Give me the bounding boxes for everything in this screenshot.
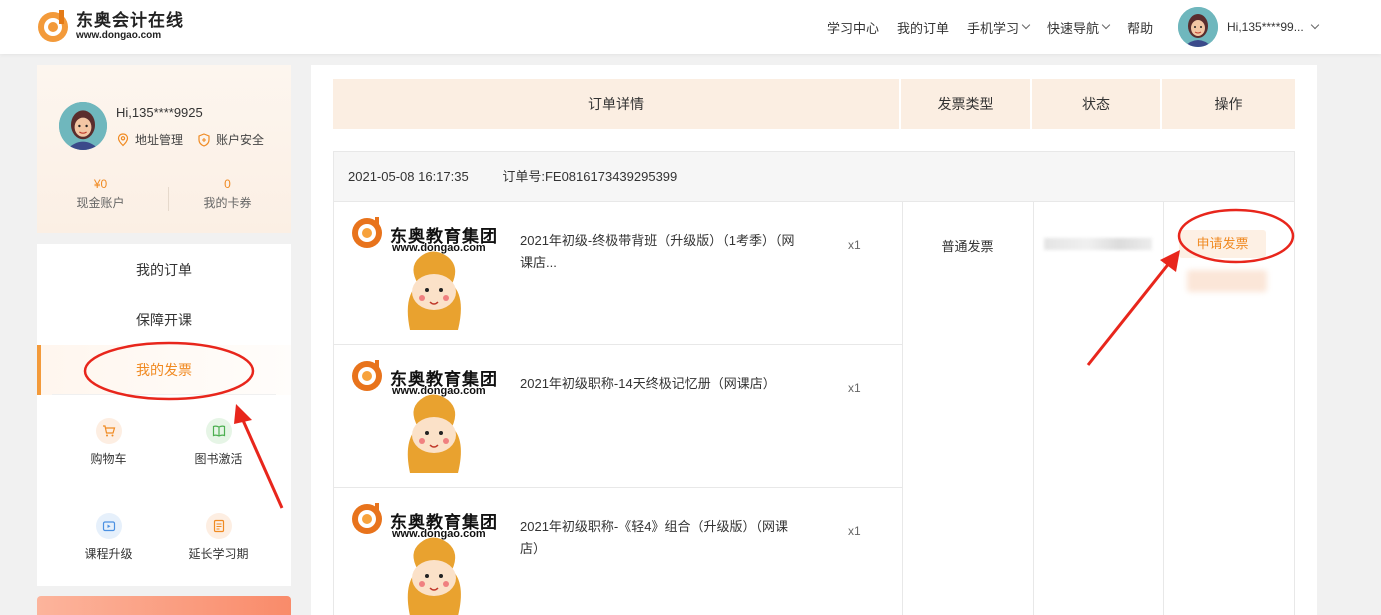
cash-account[interactable]: ¥0 现金账户	[37, 177, 164, 211]
location-icon	[117, 132, 129, 146]
header-order-detail: 订单详情	[333, 79, 901, 129]
quick-label: 图书激活	[194, 452, 243, 466]
status-redacted	[1044, 238, 1152, 250]
table-header: 订单详情 发票类型 状态 操作	[333, 79, 1295, 129]
nav-label: 快速导航	[1047, 20, 1100, 36]
nav-label: 帮助	[1127, 20, 1154, 36]
order-item[interactable]: 东奥教育集团 www.dongao.com 2021年初级-终极带背班（升级版）…	[334, 202, 902, 345]
sidebar-item-guarantee[interactable]: 保障开课	[37, 295, 291, 345]
sidebar-item-my-invoices[interactable]: 我的发票	[37, 345, 291, 395]
nav-label: 学习中心	[827, 20, 880, 36]
user-label: Hi,135****99...	[1227, 20, 1304, 34]
nav-mobile-study[interactable]: 手机学习	[967, 18, 1031, 37]
nav-study-center[interactable]: 学习中心	[827, 18, 879, 37]
menu-divider	[52, 394, 276, 395]
quick-book-activate[interactable]: 图书激活	[155, 418, 282, 467]
address-management-link[interactable]: 地址管理	[116, 131, 183, 148]
user-menu[interactable]: Hi,135****99...	[1178, 7, 1319, 47]
cart-icon	[95, 418, 122, 444]
item-name[interactable]: 2021年初级职称-14天终极记忆册（网课店）	[520, 373, 795, 395]
order-number-label: 订单号:	[502, 169, 545, 184]
logo-url: www.dongao.com	[76, 29, 162, 41]
product-thumbnail[interactable]: 东奥教育集团 www.dongao.com	[348, 355, 500, 473]
invoice-panel: 订单详情 发票类型 状态 操作 2021-05-08 16:17:35 订单号:…	[311, 65, 1317, 615]
column-divider	[1033, 202, 1034, 615]
cash-label: 现金账户	[76, 196, 125, 210]
quick-extend-study[interactable]: 延长学习期	[155, 513, 282, 562]
order-item[interactable]: 东奥教育集团 www.dongao.com 2021年初级职称-《轻4》组合（升…	[334, 488, 902, 615]
order-number: FE0816173439295399	[544, 169, 678, 184]
apply-invoice-button[interactable]: 申请发票	[1179, 230, 1266, 258]
avatar	[59, 102, 107, 150]
logo-icon	[38, 10, 68, 42]
video-upgrade-icon	[95, 513, 122, 539]
account-security-link[interactable]: 账户安全	[197, 131, 264, 148]
card-label: 我的卡券	[203, 196, 252, 210]
book-icon	[205, 418, 232, 444]
menu-label: 我的发票	[136, 362, 192, 378]
invoice-type-value: 普通发票	[941, 239, 994, 254]
chevron-down-icon	[1101, 20, 1111, 30]
chevron-down-icon	[1310, 20, 1319, 30]
nav-label: 手机学习	[967, 20, 1020, 36]
nav-my-orders[interactable]: 我的订单	[897, 18, 949, 37]
sidebar-menu: 我的订单 保障开课 我的发票 购物车 图书激活 课程升级 延长学习期	[37, 244, 291, 586]
menu-label: 保障开课	[136, 312, 192, 328]
document-icon	[205, 513, 232, 539]
header-action: 操作	[1214, 96, 1243, 112]
top-nav: 学习中心 我的订单 手机学习 快速导航 帮助	[827, 0, 1171, 54]
profile-card: Hi,135****9925 地址管理 账户安全 ¥0 现金账户 0 我的卡券	[37, 65, 291, 233]
card-value: 0	[224, 177, 231, 191]
product-thumbnail[interactable]: 东奥教育集团 www.dongao.com	[348, 212, 500, 330]
site-logo[interactable]: 东奥会计在线 www.dongao.com	[36, 8, 184, 44]
column-divider	[1163, 202, 1164, 615]
address-link-label: 地址管理	[135, 133, 184, 147]
thumb-url: www.dongao.com	[392, 385, 486, 397]
quick-cart[interactable]: 购物车	[45, 418, 172, 467]
item-quantity: x1	[848, 524, 861, 538]
chevron-down-icon	[1021, 20, 1031, 30]
order-header: 2021-05-08 16:17:35 订单号:FE08161734392953…	[334, 152, 1294, 202]
quick-label: 购物车	[90, 452, 127, 466]
redacted-action	[1187, 270, 1267, 292]
header-invoice-type: 发票类型	[901, 79, 1032, 129]
thumb-url: www.dongao.com	[392, 528, 486, 540]
top-header: 东奥会计在线 www.dongao.com 学习中心 我的订单 手机学习 快速导…	[0, 0, 1381, 54]
my-cards[interactable]: 0 我的卡券	[164, 177, 291, 211]
nav-help[interactable]: 帮助	[1127, 18, 1153, 37]
promo-banner[interactable]	[37, 596, 291, 615]
security-link-label: 账户安全	[216, 133, 265, 147]
item-name[interactable]: 2021年初级职称-《轻4》组合（升级版）（网课店）	[520, 516, 795, 560]
column-divider	[902, 202, 903, 615]
item-name[interactable]: 2021年初级-终极带背班（升级版）（1考季）（网课店...	[520, 230, 795, 274]
sidebar-item-my-orders[interactable]: 我的订单	[37, 245, 291, 295]
item-quantity: x1	[848, 238, 861, 252]
cash-value: ¥0	[93, 177, 108, 191]
nav-label: 我的订单	[897, 20, 950, 36]
avatar-icon	[1178, 7, 1218, 47]
nav-quick-nav[interactable]: 快速导航	[1047, 18, 1111, 37]
item-quantity: x1	[848, 381, 861, 395]
avatar	[1178, 7, 1218, 47]
quick-course-upgrade[interactable]: 课程升级	[45, 513, 172, 562]
header-status: 状态	[1032, 79, 1162, 129]
logo-title: 东奥会计在线	[76, 10, 184, 30]
avatar-icon	[59, 102, 107, 150]
thumb-url: www.dongao.com	[392, 242, 486, 254]
quick-label: 延长学习期	[188, 547, 249, 561]
shield-icon	[198, 132, 210, 147]
quick-label: 课程升级	[84, 547, 133, 561]
menu-label: 我的订单	[136, 262, 192, 278]
order-block: 2021-05-08 16:17:35 订单号:FE08161734392953…	[333, 151, 1295, 615]
order-datetime: 2021-05-08 16:17:35	[348, 169, 469, 184]
product-thumbnail[interactable]: 东奥教育集团 www.dongao.com	[348, 498, 500, 615]
order-item[interactable]: 东奥教育集团 www.dongao.com 2021年初级职称-14天终极记忆册…	[334, 345, 902, 488]
profile-greeting: Hi,135****9925	[116, 105, 203, 120]
